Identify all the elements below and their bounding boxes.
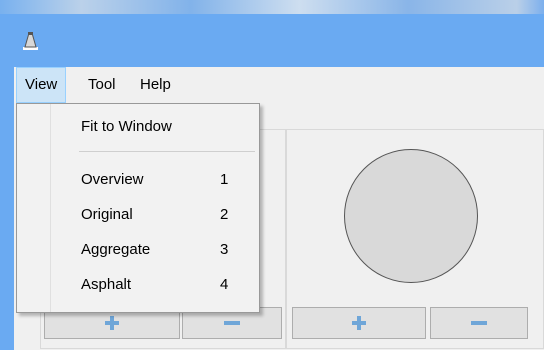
menu-item-aggregate[interactable]: Aggregate 3 [19, 235, 257, 265]
app-window: View Tool Help Fit to Window Overview 1 [0, 0, 544, 350]
menu-item-asphalt[interactable]: Asphalt 4 [19, 270, 257, 300]
minus-icon [224, 321, 240, 325]
menu-separator [79, 151, 255, 152]
zoom-out-button-right[interactable] [430, 307, 528, 339]
menu-item-label: Aggregate [81, 241, 151, 258]
menu-tool[interactable]: Tool [80, 67, 124, 103]
view-menu-dropdown: Fit to Window Overview 1 Original 2 Aggr… [16, 103, 260, 313]
plus-icon [105, 316, 119, 330]
menu-item-fit-to-window[interactable]: Fit to Window [19, 112, 257, 142]
menu-item-label: Overview [81, 171, 144, 188]
preview-circle [344, 149, 478, 283]
minus-icon [471, 321, 487, 325]
menu-view[interactable]: View [16, 67, 67, 103]
menu-item-label: Original [81, 206, 133, 223]
menu-item-shortcut: 4 [220, 276, 229, 293]
menu-item-label: Fit to Window [81, 118, 172, 135]
menu-item-shortcut: 3 [220, 241, 229, 258]
menu-item-original[interactable]: Original 2 [19, 200, 257, 230]
menu-bar: View Tool Help [14, 67, 544, 103]
title-bar [0, 0, 544, 14]
zoom-in-button-right[interactable] [292, 307, 426, 339]
menu-help[interactable]: Help [132, 67, 179, 103]
menu-item-shortcut: 2 [220, 206, 229, 223]
plus-icon [352, 316, 366, 330]
menu-item-shortcut: 1 [220, 171, 229, 188]
menu-item-label: Asphalt [81, 276, 132, 293]
menu-item-overview[interactable]: Overview 1 [19, 165, 257, 195]
app-icon[interactable] [20, 30, 40, 52]
